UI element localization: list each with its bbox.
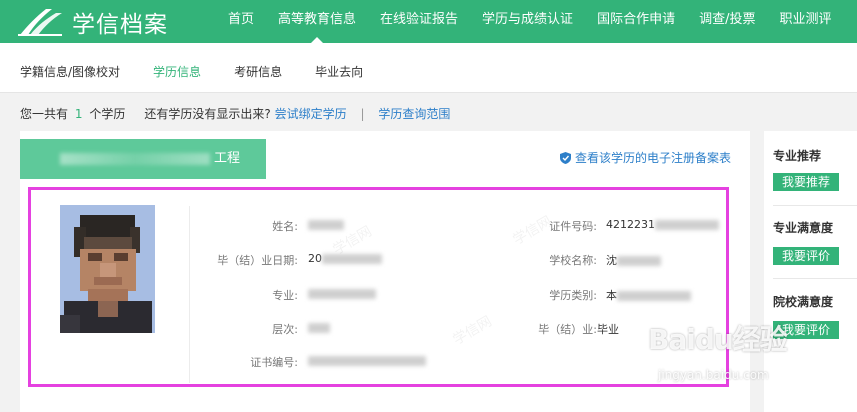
blurred-school-name (617, 256, 661, 266)
blurred-degree-type (617, 291, 691, 301)
shield-check-icon (560, 151, 571, 164)
certificate-number-value (308, 354, 426, 367)
top-navbar: 学信档案 首页 高等教育信息 在线验证报告 学历与成绩认证 国际合作申请 调查/… (0, 0, 857, 43)
certificate-number-label: 证书编号: (250, 356, 298, 369)
nav-career-test[interactable]: 职业测评 (767, 0, 843, 43)
graduation-date-value: 20 (308, 252, 382, 265)
blurred-major (308, 289, 376, 299)
recommend-button[interactable]: 我要推荐 (773, 173, 839, 191)
blurred-name (308, 220, 344, 230)
nav-higher-education[interactable]: 高等教育信息 (266, 0, 368, 43)
sidebar-divider (773, 278, 857, 279)
name-label: 姓名: (272, 220, 298, 233)
nav-online-verification[interactable]: 在线验证报告 (368, 0, 470, 43)
nav-international[interactable]: 国际合作申请 (585, 0, 687, 43)
subnav-postgrad-info[interactable]: 考研信息 (214, 43, 282, 93)
degree-tab[interactable]: 工程 (20, 139, 266, 179)
sub-navbar: 学籍信息/图像校对 学历信息 考研信息 毕业去向 (0, 43, 857, 93)
id-number-label: 证件号码: (549, 220, 597, 233)
major-satisfaction-title: 专业满意度 (773, 221, 834, 235)
logo-book-icon (18, 9, 62, 36)
major-recommend-title: 专业推荐 (773, 149, 822, 163)
nav-survey[interactable]: 调查/投票 (687, 0, 767, 43)
degree-count-line: 您一共有 1 个学历 还有学历没有显示出来? 尝试绑定学历 | 学历查询范围 (20, 105, 450, 122)
blurred-school-major (60, 153, 210, 165)
nav-certification[interactable]: 学历与成绩认证 (470, 0, 585, 43)
name-value (308, 218, 344, 231)
degree-type-label: 学历类别: (549, 289, 597, 302)
baidu-watermark: Baidu经验 (648, 323, 788, 356)
rate-major-button[interactable]: 我要评价 (773, 247, 839, 265)
query-range-link[interactable]: 学历查询范围 (378, 107, 450, 121)
count-prefix: 您一共有 (20, 107, 69, 121)
graduation-date-prefix: 20 (308, 252, 322, 265)
graduation-date-label: 毕（结）业日期: (217, 254, 298, 267)
degree-count: 1 (74, 107, 83, 121)
id-number-prefix: 4212231 (606, 218, 655, 231)
subnav-degree-info[interactable]: 学历信息 (133, 43, 201, 93)
baidu-watermark-url: jingyan.baidu.com (658, 368, 769, 382)
blurred-id-number (655, 220, 719, 230)
degree-panel: 工程 查看该学历的电子注册备案表 姓名: 毕（结）业日期: 20 专业: 层次:… (20, 131, 750, 412)
missing-question: 还有学历没有显示出来? (144, 107, 271, 121)
main-nav: 首页 高等教育信息 在线验证报告 学历与成绩认证 国际合作申请 调查/投票 职业… (216, 0, 843, 43)
subnav-graduate-destination[interactable]: 毕业去向 (295, 43, 363, 93)
subnav-enrollment-info[interactable]: 学籍信息/图像校对 (0, 43, 120, 93)
site-logo[interactable]: 学信档案 (18, 5, 168, 39)
blurred-level (308, 323, 330, 333)
right-sidebar: 专业推荐 我要推荐 专业满意度 我要评价 院校满意度 我要评价 (764, 131, 857, 412)
degree-tab-suffix: 工程 (214, 151, 241, 166)
degree-type-value: 本 (606, 287, 691, 303)
level-value (308, 321, 330, 334)
student-photo (60, 205, 155, 333)
pixelated-portrait (60, 205, 155, 333)
major-label: 专业: (272, 289, 298, 302)
school-name-value: 沈 (606, 252, 661, 268)
brand-name: 学信档案 (72, 12, 168, 38)
vertical-divider (189, 206, 190, 383)
school-name-label: 学校名称: (549, 254, 597, 267)
graduation-status-label: 毕（结）业: (538, 323, 597, 336)
degree-type-prefix: 本 (606, 289, 617, 302)
sidebar-divider (773, 205, 857, 206)
major-value (308, 287, 376, 300)
registration-form-link[interactable]: 查看该学历的电子注册备案表 (560, 149, 731, 166)
registration-link-text: 查看该学历的电子注册备案表 (575, 151, 732, 165)
degree-record-highlight: 姓名: 毕（结）业日期: 20 专业: 层次: 证书编号: 证件号码: 4212… (28, 187, 729, 387)
nav-home[interactable]: 首页 (216, 0, 266, 43)
bind-degree-link[interactable]: 尝试绑定学历 (275, 107, 347, 121)
count-suffix: 个学历 (89, 107, 126, 121)
separator: | (360, 107, 365, 121)
id-number-value: 4212231 (606, 218, 719, 231)
watermark: 学信网 (450, 313, 495, 349)
graduation-status-value: 毕业 (597, 323, 619, 336)
level-label: 层次: (272, 323, 298, 336)
blurred-date (322, 254, 382, 264)
school-satisfaction-title: 院校满意度 (773, 295, 834, 309)
school-name-prefix: 沈 (606, 254, 617, 267)
blurred-certificate-number (308, 356, 426, 366)
